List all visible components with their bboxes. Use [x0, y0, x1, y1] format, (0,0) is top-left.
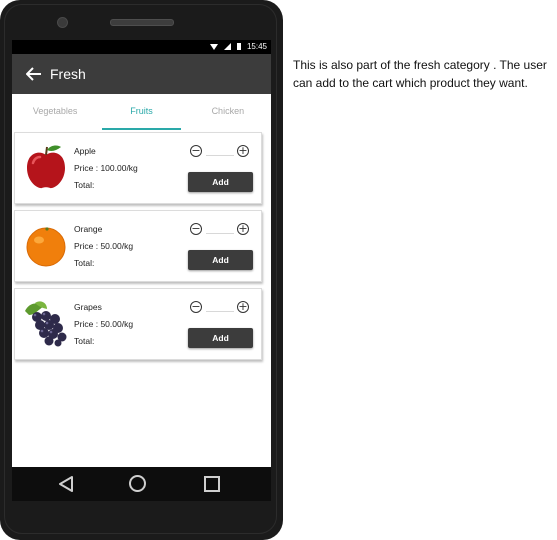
minus-circle-icon[interactable]: −	[190, 223, 202, 235]
quantity-input[interactable]	[206, 306, 234, 312]
quantity-input[interactable]	[206, 150, 234, 156]
earpiece-speaker	[110, 19, 174, 26]
plus-circle-icon[interactable]: +	[237, 145, 249, 157]
square-recents-icon[interactable]	[204, 476, 220, 492]
category-tabs: Vegetables Fruits Chicken	[12, 94, 271, 130]
status-bar: 15:45	[12, 40, 271, 54]
arrow-left-icon[interactable]	[26, 67, 42, 81]
product-total: Total:	[74, 336, 95, 346]
product-name: Apple	[74, 146, 96, 156]
orange-image	[26, 227, 66, 267]
phone-frame: 15:45 Fresh Vegetables Fruits Chicken Ap…	[0, 0, 283, 540]
product-total: Total:	[74, 258, 95, 268]
wifi-icon	[209, 43, 218, 50]
product-name: Grapes	[74, 302, 102, 312]
front-camera	[57, 17, 68, 28]
apple-image	[27, 145, 65, 189]
plus-circle-icon[interactable]: +	[237, 301, 249, 313]
add-button[interactable]: Add	[188, 328, 253, 348]
product-list: Apple Price : 100.00/kg Total: − + Add O…	[12, 130, 271, 467]
tab-chicken[interactable]: Chicken	[185, 94, 271, 130]
product-card-orange: Orange Price : 50.00/kg Total: − + Add	[14, 210, 262, 282]
minus-circle-icon[interactable]: −	[190, 145, 202, 157]
minus-circle-icon[interactable]: −	[190, 301, 202, 313]
tab-fruits[interactable]: Fruits	[98, 94, 184, 130]
product-price: Price : 50.00/kg	[74, 319, 134, 329]
phone-screen: 15:45 Fresh Vegetables Fruits Chicken Ap…	[12, 40, 271, 467]
add-button[interactable]: Add	[188, 172, 253, 192]
status-icons: 15:45	[209, 42, 267, 51]
battery-icon	[236, 43, 241, 50]
product-card-grapes: Grapes Price : 50.00/kg Total: − + Add	[14, 288, 262, 360]
product-price: Price : 50.00/kg	[74, 241, 134, 251]
product-price: Price : 100.00/kg	[74, 163, 138, 173]
product-card-apple: Apple Price : 100.00/kg Total: − + Add	[14, 132, 262, 204]
signal-icon	[223, 43, 231, 50]
circle-home-icon[interactable]	[129, 475, 146, 492]
quantity-input[interactable]	[206, 228, 234, 234]
description-note: This is also part of the fresh category …	[293, 58, 547, 90]
triangle-back-icon[interactable]	[58, 476, 74, 492]
status-time: 15:45	[246, 42, 267, 51]
system-nav-bar	[12, 467, 271, 501]
add-button[interactable]: Add	[188, 250, 253, 270]
page-title: Fresh	[50, 66, 86, 82]
product-name: Orange	[74, 224, 103, 234]
plus-circle-icon[interactable]: +	[237, 223, 249, 235]
grapes-image	[25, 301, 67, 347]
app-bar: Fresh	[12, 54, 271, 94]
tab-vegetables[interactable]: Vegetables	[12, 94, 98, 130]
product-total: Total:	[74, 180, 95, 190]
